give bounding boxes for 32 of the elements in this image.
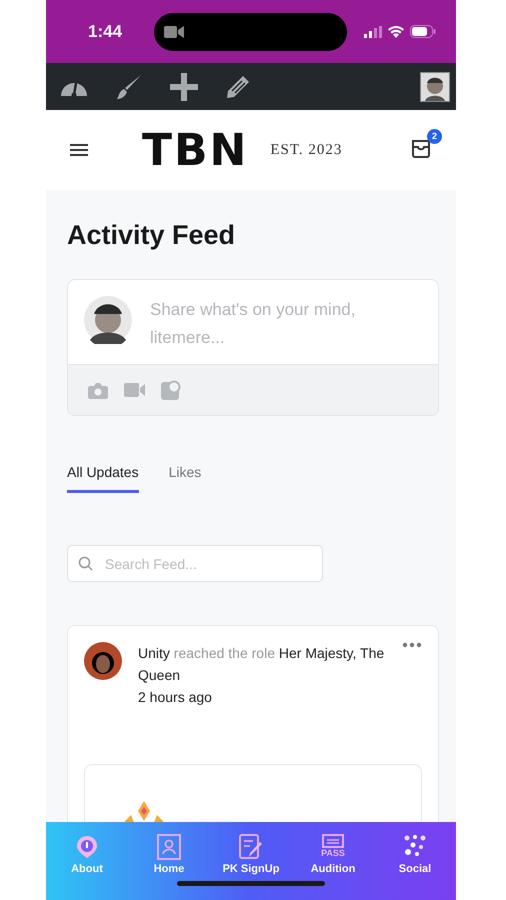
logo[interactable]: TBN — [142, 124, 248, 176]
search-icon — [78, 556, 93, 571]
post-composer[interactable]: Share what's on your mind, litemere... — [67, 279, 439, 416]
search-field[interactable]: Search Feed... — [67, 545, 323, 582]
page-title: Activity Feed — [67, 220, 236, 251]
paintbrush-icon[interactable] — [115, 72, 143, 100]
pencil-icon[interactable] — [225, 74, 251, 100]
signal-icon — [364, 26, 382, 38]
menu-icon[interactable] — [70, 143, 88, 157]
nav-label[interactable]: Audition — [310, 863, 356, 875]
form-pen-icon[interactable] — [238, 834, 264, 860]
user-avatar[interactable] — [420, 72, 450, 102]
user-avatar — [84, 296, 132, 344]
cart-count-badge: 2 — [427, 128, 442, 144]
nav-label[interactable]: Social — [398, 863, 432, 875]
wifi-icon — [388, 26, 404, 38]
feed-tab[interactable]: All Updates — [67, 462, 139, 493]
search-input[interactable]: Search Feed... — [103, 554, 312, 572]
activity-time: 2 hours ago — [138, 688, 213, 707]
logo-tagline: EST. 2023 — [270, 142, 342, 158]
nav-label[interactable]: Home — [154, 863, 184, 875]
more-options-icon[interactable] — [402, 642, 422, 648]
post-text-field[interactable]: Share what's on your mind, litemere... — [150, 296, 370, 354]
video-camera-icon — [164, 24, 184, 38]
clock: 1:44 — [88, 22, 124, 42]
plus-icon[interactable] — [169, 72, 199, 102]
battery-icon — [410, 25, 436, 38]
user-avatar[interactable] — [84, 642, 122, 680]
nav-label[interactable]: PK SignUp — [222, 863, 280, 875]
feed-tab[interactable]: Likes — [168, 462, 202, 493]
activity-text: Unity reached the role Her Majesty, The Queen — [138, 644, 386, 685]
info-pin-icon[interactable] — [74, 834, 100, 860]
